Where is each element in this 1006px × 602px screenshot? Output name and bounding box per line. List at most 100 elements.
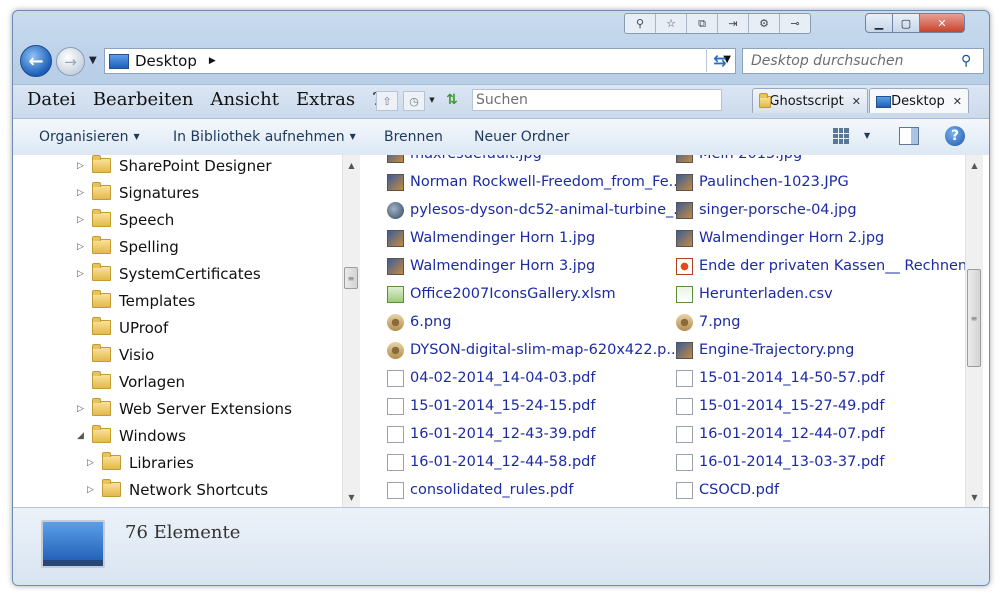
tab-close-icon[interactable]: ✕ <box>852 95 861 108</box>
file-item[interactable]: 6.png <box>387 309 451 335</box>
scroll-up-icon[interactable]: ▲ <box>343 157 360 173</box>
file-name: Ende der privaten Kassen__ Rechnen ... <box>699 258 965 274</box>
history-dropdown-icon[interactable]: ▼ <box>89 55 97 66</box>
expand-arrow-icon[interactable]: ▷ <box>77 242 87 252</box>
file-item[interactable]: DYSON-digital-slim-map-620x422.p... <box>387 337 680 363</box>
file-item[interactable]: Walmendinger Horn 1.jpg <box>387 225 595 251</box>
expand-arrow-icon[interactable]: ▷ <box>87 458 97 468</box>
file-item[interactable]: 04-02-2014_14-04-03.pdf <box>387 365 595 391</box>
menu-bearbeiten[interactable]: Bearbeiten <box>93 89 194 110</box>
file-item[interactable]: 15-01-2014_15-27-49.pdf <box>676 393 884 419</box>
tree-item[interactable]: ▷ Speech <box>77 206 174 233</box>
view-grid-icon[interactable] <box>833 128 849 144</box>
search-icon[interactable]: ⚲ <box>961 53 983 69</box>
expand-arrow-icon[interactable]: ▷ <box>77 161 87 171</box>
tree-item[interactable]: ▷ SystemCertificates <box>77 260 261 287</box>
maximize-button[interactable]: ▢ <box>892 13 920 33</box>
files-scrollbar[interactable]: ▲ ≡ ▼ <box>965 155 983 507</box>
scroll-down-icon[interactable]: ▼ <box>343 489 360 505</box>
preview-pane-icon[interactable] <box>899 127 919 145</box>
add-to-library-button[interactable]: In Bibliothek aufnehmen ▼ <box>173 129 356 145</box>
history-caret-icon[interactable]: ▼ <box>428 91 436 109</box>
tree-item[interactable]: ▷ Web Server Extensions <box>77 395 292 422</box>
jpg-file-icon <box>387 257 404 275</box>
forward-button[interactable]: → <box>56 47 85 76</box>
history-icon[interactable]: ◷ <box>403 91 425 111</box>
help-icon[interactable]: ? <box>945 126 965 146</box>
file-item[interactable]: 16-01-2014_12-43-39.pdf <box>387 421 595 447</box>
address-bar[interactable]: Desktop ▶ ▼ <box>104 48 736 74</box>
expand-arrow-icon[interactable]: ▷ <box>77 215 87 225</box>
file-item[interactable]: 7.png <box>676 309 740 335</box>
menu-extras[interactable]: Extras <box>296 89 355 110</box>
file-item[interactable]: 15-01-2014_15-24-15.pdf <box>387 393 595 419</box>
tab-close-icon[interactable]: ✕ <box>953 95 962 108</box>
expand-arrow-icon[interactable]: ▷ <box>77 269 87 279</box>
scroll-up-icon[interactable]: ▲ <box>966 157 983 173</box>
file-item[interactable]: Mein 2013.jpg <box>676 155 802 167</box>
folder-copy-icon[interactable]: ⧉ <box>687 14 718 33</box>
tree-item[interactable]: ▷ Libraries <box>87 449 194 476</box>
plugin-icon[interactable]: ⊸ <box>780 14 810 33</box>
expand-arrow-icon[interactable]: ▷ <box>87 485 97 495</box>
toolbar-search-input[interactable]: Suchen <box>472 89 722 111</box>
up-folder-icon[interactable]: ⇧ <box>376 91 398 111</box>
close-button[interactable]: ✕ <box>919 13 965 33</box>
file-item[interactable]: consolidated_rules.pdf <box>387 477 573 503</box>
tree-item[interactable]: Visio <box>77 341 154 368</box>
import-icon[interactable]: ⇥ <box>718 14 749 33</box>
file-item[interactable]: Ende der privaten Kassen__ Rechnen ... <box>676 253 965 279</box>
tab-desktop[interactable]: Desktop ✕ <box>869 88 969 113</box>
back-button[interactable]: ← <box>20 45 52 77</box>
file-item[interactable]: Walmendinger Horn 2.jpg <box>676 225 884 251</box>
tree-item[interactable]: ▷ Signatures <box>77 179 199 206</box>
refresh-button[interactable]: ⇆ <box>706 48 733 72</box>
star-icon[interactable]: ☆ <box>656 14 687 33</box>
file-item[interactable]: CSOCD.pdf <box>676 477 779 503</box>
menu-ansicht[interactable]: Ansicht <box>210 89 279 110</box>
organize-button[interactable]: Organisieren ▼ <box>39 129 140 145</box>
expand-arrow-icon[interactable]: ▷ <box>77 404 87 414</box>
tree-item[interactable]: Templates <box>77 287 195 314</box>
tree-item[interactable]: UProof <box>77 314 168 341</box>
search-box[interactable]: Desktop durchsuchen ⚲ <box>742 48 984 74</box>
file-item[interactable]: 15-01-2014_14-50-57.pdf <box>676 365 884 391</box>
file-item[interactable]: Office2007IconsGallery.xlsm <box>387 281 616 307</box>
new-folder-button[interactable]: Neuer Ordner <box>474 129 569 145</box>
file-item[interactable]: Walmendinger Horn 3.jpg <box>387 253 595 279</box>
window-controls: ▁ ▢ ✕ <box>865 13 965 33</box>
file-item[interactable]: Norman Rockwell-Freedom_from_Fe... <box>387 169 682 195</box>
file-item[interactable]: maxresdefault.jpg <box>387 155 542 167</box>
minimize-button[interactable]: ▁ <box>865 13 893 33</box>
expand-arrow-icon[interactable]: ◢ <box>77 431 87 441</box>
tree-item[interactable]: ▷ Spelling <box>77 233 179 260</box>
tree-item[interactable]: ◢ Windows <box>77 422 186 449</box>
scrollbar-thumb[interactable]: ≡ <box>344 267 358 289</box>
file-item[interactable]: Paulinchen-1023.JPG <box>676 169 849 195</box>
scrollbar-thumb[interactable]: ≡ <box>967 269 981 367</box>
burn-button[interactable]: Brennen <box>384 129 443 145</box>
file-item[interactable]: singer-porsche-04.jpg <box>676 197 857 223</box>
file-item[interactable]: 16-01-2014_12-44-58.pdf <box>387 449 595 475</box>
file-item[interactable]: 16-01-2014_13-03-37.pdf <box>676 449 884 475</box>
search-input[interactable]: Desktop durchsuchen <box>751 53 961 69</box>
file-item[interactable]: Engine-Trajectory.png <box>676 337 854 363</box>
scroll-down-icon[interactable]: ▼ <box>966 489 983 505</box>
tab-ghostscript[interactable]: Ghostscript ✕ <box>752 88 868 113</box>
sync-icon[interactable]: ⇅ <box>441 91 463 109</box>
file-item[interactable]: 16-01-2014_12-44-07.pdf <box>676 421 884 447</box>
tree-item[interactable]: Vorlagen <box>77 368 185 395</box>
settings-icon[interactable]: ⚙ <box>749 14 780 33</box>
tree-scrollbar[interactable]: ▲ ≡ ▼ <box>342 155 360 507</box>
view-options-dropdown-icon[interactable]: ▼ <box>864 131 870 140</box>
pin-icon[interactable]: ⚲ <box>625 14 656 33</box>
breadcrumb-arrow-icon[interactable]: ▶ <box>209 56 216 66</box>
file-item[interactable]: Herunterladen.csv <box>676 281 833 307</box>
expand-arrow-icon[interactable]: ▷ <box>77 188 87 198</box>
menu-datei[interactable]: Datei <box>27 89 76 110</box>
file-item[interactable]: pylesos-dyson-dc52-animal-turbine_... <box>387 197 687 223</box>
folder-icon <box>92 425 111 443</box>
tree-item[interactable]: ▷ SharePoint Designer <box>77 155 271 179</box>
address-location[interactable]: Desktop <box>135 52 197 70</box>
tree-item[interactable]: ▷ Network Shortcuts <box>87 476 268 503</box>
